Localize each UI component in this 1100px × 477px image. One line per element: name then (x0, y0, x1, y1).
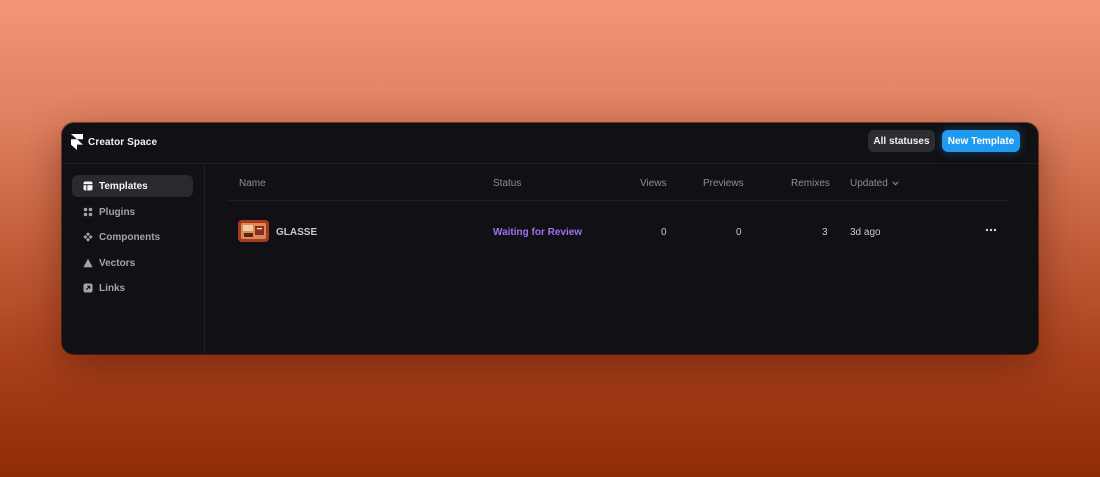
status-badge: Waiting for Review (493, 227, 583, 238)
column-header-status[interactable]: Status (493, 178, 521, 189)
sidebar-item-label: Links (99, 282, 126, 294)
brand[interactable]: Creator Space (71, 134, 157, 150)
sidebar-item-components[interactable]: Components (72, 226, 193, 248)
remixes-count: 3 (822, 227, 828, 238)
plugin-icon (83, 207, 93, 217)
chevron-down-icon (892, 181, 899, 186)
more-icon (985, 228, 997, 232)
column-header-name[interactable]: Name (239, 178, 266, 189)
new-template-button[interactable]: New Template (942, 130, 1020, 152)
sidebar-item-label: Vectors (99, 257, 136, 269)
column-header-remixes[interactable]: Remixes (791, 178, 830, 189)
status-filter-button[interactable]: All statuses (868, 130, 935, 152)
sidebar-item-label: Plugins (99, 206, 136, 218)
sidebar-item-label: Components (99, 231, 161, 243)
app-title: Creator Space (88, 136, 158, 148)
sidebar-item-label: Templates (99, 180, 148, 192)
header-divider (227, 200, 1009, 201)
previews-count: 0 (736, 227, 742, 238)
framer-logo-icon (71, 134, 83, 150)
component-icon (83, 232, 93, 242)
sidebar-item-plugins[interactable]: Plugins (72, 201, 193, 223)
creator-space-window: Creator Space All statuses New Template … (62, 123, 1038, 354)
updated-time: 3d ago (850, 227, 881, 238)
sidebar: Templates Plugins Components Vectors Lin… (62, 164, 205, 354)
template-thumbnail (238, 220, 269, 242)
templates-table: Name Status Views Previews Remixes Updat… (206, 164, 1038, 354)
column-header-views[interactable]: Views (640, 178, 667, 189)
top-bar: Creator Space All statuses New Template (62, 123, 1038, 164)
vector-icon (83, 258, 93, 268)
sidebar-item-templates[interactable]: Templates (72, 175, 193, 197)
column-header-updated[interactable]: Updated (850, 178, 899, 189)
row-more-button[interactable] (983, 222, 999, 238)
column-header-updated-label: Updated (850, 178, 888, 189)
column-header-previews[interactable]: Previews (703, 178, 744, 189)
link-icon (83, 283, 93, 293)
sidebar-item-vectors[interactable]: Vectors (72, 252, 193, 274)
template-name[interactable]: GLASSE (276, 227, 317, 238)
template-icon (83, 181, 93, 191)
table-row[interactable]: GLASSE Waiting for Review 0 0 3 3d ago (206, 218, 1038, 244)
sidebar-item-links[interactable]: Links (72, 277, 193, 299)
views-count: 0 (661, 227, 667, 238)
